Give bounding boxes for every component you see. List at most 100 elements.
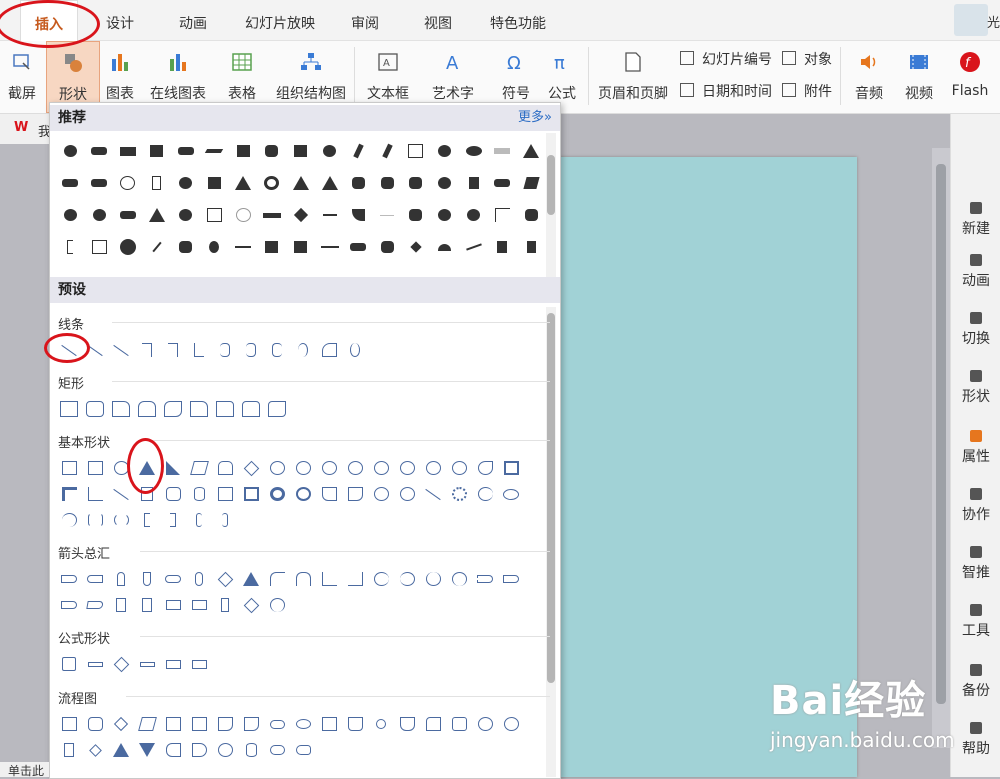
scrollbar-thumb[interactable]: [936, 164, 946, 704]
sequential-storage-shape[interactable]: [212, 737, 238, 763]
left-arrow-callout-shape[interactable]: [134, 592, 160, 618]
parallelogram-shape[interactable]: [186, 455, 212, 481]
shape-item[interactable]: [430, 199, 459, 231]
shape-item[interactable]: [373, 231, 402, 263]
shape-item[interactable]: [56, 167, 85, 199]
object-button[interactable]: 对象: [782, 49, 832, 69]
curved-down-arrow-shape[interactable]: [446, 566, 472, 592]
lightning-bolt-shape[interactable]: [420, 481, 446, 507]
formula-button[interactable]: π 公式: [542, 41, 582, 111]
flash-button[interactable]: f Flash: [948, 41, 992, 111]
connector-shape[interactable]: [368, 711, 394, 737]
decision-shape[interactable]: [108, 711, 134, 737]
summing-junction-shape[interactable]: [472, 711, 498, 737]
shape-item[interactable]: [85, 135, 114, 167]
shape-item[interactable]: [258, 135, 287, 167]
sun-shape[interactable]: [446, 481, 472, 507]
shape-item[interactable]: [56, 199, 85, 231]
shape-item[interactable]: [258, 199, 287, 231]
shape-item[interactable]: [402, 231, 431, 263]
shape-item[interactable]: [344, 135, 373, 167]
panel-animation[interactable]: 动画: [951, 254, 1000, 290]
preparation-shape[interactable]: [290, 711, 316, 737]
audio-button[interactable]: 音频: [846, 41, 892, 111]
moon-shape[interactable]: [472, 481, 498, 507]
curved-up-arrow-shape[interactable]: [420, 566, 446, 592]
cube-shape[interactable]: [212, 481, 238, 507]
shape-item[interactable]: [56, 135, 85, 167]
panel-new[interactable]: 新建: [951, 202, 1000, 238]
panel-properties[interactable]: 属性: [951, 430, 1000, 466]
shape-item[interactable]: [286, 199, 315, 231]
bent-up-arrow-shape[interactable]: [342, 566, 368, 592]
shape-item[interactable]: [85, 167, 114, 199]
textbox-shape[interactable]: [56, 455, 82, 481]
round-diagonal-shape[interactable]: [264, 396, 290, 422]
shape-item[interactable]: [229, 199, 258, 231]
magnetic-disk-shape[interactable]: [238, 737, 264, 763]
tab-special-features[interactable]: 特色功能: [480, 0, 556, 40]
elbow-double-arrow-shape[interactable]: [186, 337, 212, 363]
shape-item[interactable]: [171, 167, 200, 199]
dodecagon-shape[interactable]: [394, 455, 420, 481]
shape-item[interactable]: [315, 167, 344, 199]
vertical-textbox-shape[interactable]: [82, 455, 108, 481]
snip-round-shape[interactable]: [186, 396, 212, 422]
shape-item[interactable]: [200, 199, 229, 231]
shape-item[interactable]: [315, 199, 344, 231]
multiply-shape[interactable]: [108, 651, 134, 677]
terminator-shape[interactable]: [264, 711, 290, 737]
divide-shape[interactable]: [134, 651, 160, 677]
shape-item[interactable]: [373, 167, 402, 199]
shape-item[interactable]: [344, 231, 373, 263]
preset-scrollbar[interactable]: [546, 307, 556, 777]
circular-arrow-shape[interactable]: [264, 592, 290, 618]
left-arrow-shape[interactable]: [82, 566, 108, 592]
left-right-up-arrow-shape[interactable]: [238, 566, 264, 592]
shape-item[interactable]: [286, 167, 315, 199]
left-right-arrow-callout-shape[interactable]: [212, 592, 238, 618]
panel-smart[interactable]: 智推: [951, 546, 1000, 582]
recommended-scrollbar[interactable]: [546, 133, 556, 283]
display-shape[interactable]: [290, 737, 316, 763]
curved-right-arrow-shape[interactable]: [368, 566, 394, 592]
heptagon-shape[interactable]: [316, 455, 342, 481]
scrollbar-thumb[interactable]: [547, 155, 555, 215]
shape-item[interactable]: [229, 135, 258, 167]
shape-item[interactable]: [517, 167, 546, 199]
shape-item[interactable]: [286, 135, 315, 167]
shape-item[interactable]: [171, 231, 200, 263]
round-one-corner-shape[interactable]: [212, 396, 238, 422]
block-arc-shape[interactable]: [316, 481, 342, 507]
shape-item[interactable]: [517, 199, 546, 231]
shape-item[interactable]: [517, 231, 546, 263]
shape-item[interactable]: [258, 167, 287, 199]
right-arrow-shape[interactable]: [56, 566, 82, 592]
collate-shape[interactable]: [56, 737, 82, 763]
can-shape[interactable]: [186, 481, 212, 507]
shape-item[interactable]: [171, 135, 200, 167]
pentagon-arrow-shape[interactable]: [56, 592, 82, 618]
slide-number-button[interactable]: 幻灯片编号: [680, 49, 772, 69]
shape-item[interactable]: [459, 199, 488, 231]
left-up-arrow-shape[interactable]: [316, 566, 342, 592]
equal-shape[interactable]: [160, 651, 186, 677]
elbow-arrow-shape[interactable]: [160, 337, 186, 363]
scrollbar-thumb[interactable]: [547, 313, 555, 683]
tab-animation[interactable]: 动画: [168, 0, 218, 40]
shape-item[interactable]: [142, 167, 171, 199]
shape-item[interactable]: [488, 231, 517, 263]
down-arrow-callout-shape[interactable]: [186, 592, 212, 618]
shape-item[interactable]: [488, 167, 517, 199]
tab-slideshow[interactable]: 幻灯片放映: [236, 0, 324, 40]
curve-shape[interactable]: [290, 337, 316, 363]
shape-item[interactable]: [114, 167, 143, 199]
shape-item[interactable]: [402, 167, 431, 199]
not-equal-shape[interactable]: [186, 651, 212, 677]
shape-item[interactable]: [142, 135, 171, 167]
video-button[interactable]: 视频: [896, 41, 942, 111]
left-right-arrow-shape[interactable]: [160, 566, 186, 592]
offpage-connector-shape[interactable]: [394, 711, 420, 737]
document-shape[interactable]: [212, 711, 238, 737]
shape-item[interactable]: [142, 231, 171, 263]
